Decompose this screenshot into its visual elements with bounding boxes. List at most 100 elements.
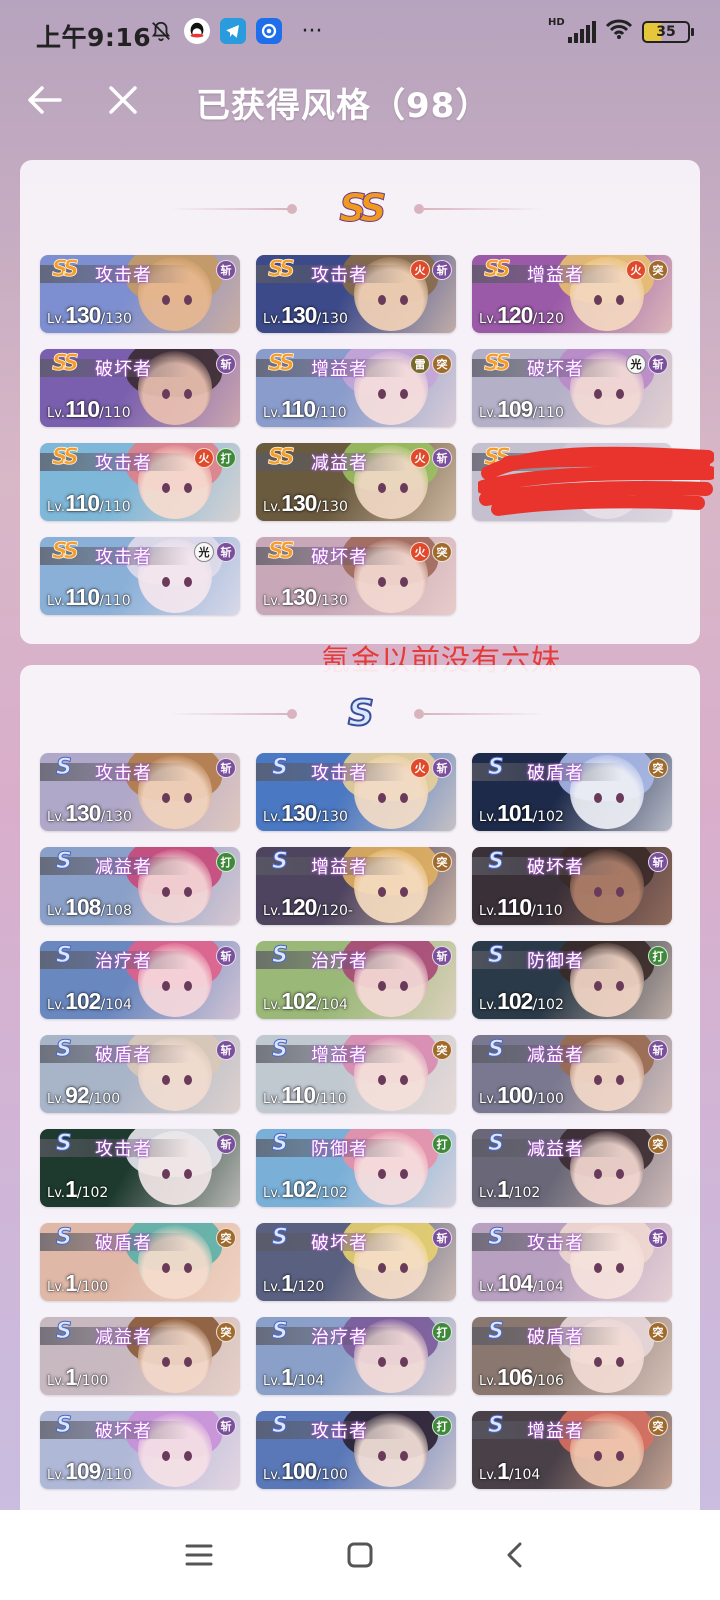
attribute-badge: 斩 [648,354,668,374]
attribute-badge: 斩 [216,1416,236,1436]
style-card[interactable]: S 破盾者 Lv.1/100 突 [40,1223,240,1301]
style-card[interactable]: S 减益者 Lv.1/100 突 [40,1317,240,1395]
level-prefix: Lv. [263,904,282,919]
style-card[interactable]: SS 减益者 Lv.130/130 火斩 [256,443,456,521]
attribute-badge: 突 [648,1416,668,1436]
back-nav-icon[interactable] [490,1532,540,1578]
character-eye [184,1263,192,1273]
card-level: Lv.130/130 [47,800,132,827]
attribute-badge: 斩 [216,354,236,374]
card-role: 攻击者 [311,265,368,286]
level-current: 100 [281,1458,317,1484]
character-eye [594,1075,602,1085]
level-max: /110 [99,405,131,421]
level-current: 1 [65,1364,78,1390]
card-level: Lv.120/120- [263,894,353,921]
level-current: 110 [65,396,100,422]
attribute-badge: 斩 [432,946,452,966]
card-level: Lv.110/110 [263,396,347,423]
wifi-icon [604,18,634,46]
style-card[interactable]: SS 攻击者 Lv.130/130 火斩 [256,255,456,333]
character-eye [594,1263,602,1273]
style-card[interactable]: S 攻击者 Lv.104/104 斩 [472,1223,672,1301]
level-max: /104 [100,997,132,1013]
style-card[interactable]: S 防御者 Lv.102/102 打 [256,1129,456,1207]
attribute-badges: 突 [648,1134,668,1154]
style-card[interactable]: S 攻击者 Lv.130/130 火斩 [256,753,456,831]
attribute-badge: 火 [626,260,646,280]
style-card[interactable]: SS 增益者 Lv.120/120 火突 [472,255,672,333]
style-card[interactable]: S 攻击者 Lv.1/102 斩 [40,1129,240,1207]
card-role: 防御者 [527,951,584,972]
level-max: /100 [316,1467,348,1483]
character-eye [616,1357,624,1367]
level-current: 130 [281,302,317,328]
attribute-badges: 打 [216,852,236,872]
card-level: Lv.130/130 [263,490,348,517]
attribute-badges: 斩 [432,946,452,966]
style-card[interactable]: SS 攻击者 Lv.110/110 火打 [40,443,240,521]
attribute-badge: 突 [432,542,452,562]
style-card[interactable]: S 增益者 Lv.1/104 突 [472,1411,672,1489]
style-card[interactable]: S 增益者 Lv.110/110 突 [256,1035,456,1113]
style-card[interactable]: S 治疗者 Lv.1/104 打 [256,1317,456,1395]
more-notifications-icon: ··· [301,18,323,44]
style-card[interactable]: SS 增益者 Lv.110/110 雷突 [256,349,456,427]
card-level: Lv.110/110 [263,1082,347,1109]
card-rank-icon: S [488,1319,505,1345]
character-eye [400,1451,408,1461]
style-card[interactable]: SS 破坏者 Lv.109/110 光斩 [472,349,672,427]
style-card[interactable]: S 增益者 Lv.120/120- 突 [256,847,456,925]
card-rank-icon: S [56,1131,73,1157]
level-current: 130 [65,302,101,328]
style-card[interactable]: S 破坏者 Lv.110/110 斩 [472,847,672,925]
level-prefix: Lv. [47,406,66,421]
card-level: Lv.92/100 [47,1082,120,1109]
level-current: 120 [281,894,317,920]
level-current: 106 [497,1364,533,1390]
style-card[interactable]: S 减益者 Lv.1/102 突 [472,1129,672,1207]
style-card[interactable]: SS 攻击者 Lv.110/110 光斩 [40,537,240,615]
attribute-badges: 斩 [216,946,236,966]
style-card[interactable]: S 攻击者 Lv.130/130 斩 [40,753,240,831]
card-rank-icon: SS [268,351,296,377]
level-prefix: Lv. [47,1374,66,1389]
level-current: 120 [497,302,533,328]
close-icon[interactable] [103,80,143,120]
style-card[interactable]: S 破盾者 Lv.106/106 突 [472,1317,672,1395]
style-card[interactable]: SS 破坏者 Lv.130/130 火突 [256,537,456,615]
style-card[interactable]: S 治疗者 Lv.102/104 斩 [256,941,456,1019]
character-eye [594,793,602,803]
style-card[interactable]: S 减益者 Lv.100/100 斩 [472,1035,672,1113]
character-eye [378,981,386,991]
level-prefix: Lv. [479,1280,498,1295]
card-level: Lv.1/102 [479,1176,540,1203]
card-rank-icon: S [272,1037,289,1063]
style-card[interactable]: S 破盾者 Lv.101/102 突 [472,753,672,831]
character-eye [616,887,624,897]
back-arrow-icon[interactable] [24,80,64,120]
home-icon[interactable] [335,1532,385,1578]
character-eye [378,1357,386,1367]
character-eye [616,1075,624,1085]
style-card[interactable]: SS 攻击者 Lv.130/130 斩 [40,255,240,333]
card-rank-icon: SS [52,445,80,471]
card-role: 破坏者 [311,547,368,568]
style-card[interactable]: S 减益者 Lv.108/108 打 [40,847,240,925]
character-eye [184,1451,192,1461]
style-card[interactable]: S 治疗者 Lv.102/104 斩 [40,941,240,1019]
style-card[interactable]: S 攻击者 Lv.100/100 打 [256,1411,456,1489]
style-card[interactable]: S 破坏者 Lv.1/120 斩 [256,1223,456,1301]
style-card[interactable]: S 防御者 Lv.102/102 打 [472,941,672,1019]
character-eye [616,389,624,399]
character-eye [162,1451,170,1461]
attribute-badges: 突 [648,758,668,778]
character-eye [162,577,170,587]
menu-icon[interactable] [174,1532,224,1578]
card-level: Lv.130/130 [263,302,348,329]
style-card[interactable]: S 破盾者 Lv.92/100 斩 [40,1035,240,1113]
level-current: 130 [281,490,317,516]
style-card[interactable]: S 破坏者 Lv.109/110 斩 [40,1411,240,1489]
style-card[interactable]: SS 破坏者 Lv.110/110 斩 [40,349,240,427]
level-current: 1 [281,1364,294,1390]
